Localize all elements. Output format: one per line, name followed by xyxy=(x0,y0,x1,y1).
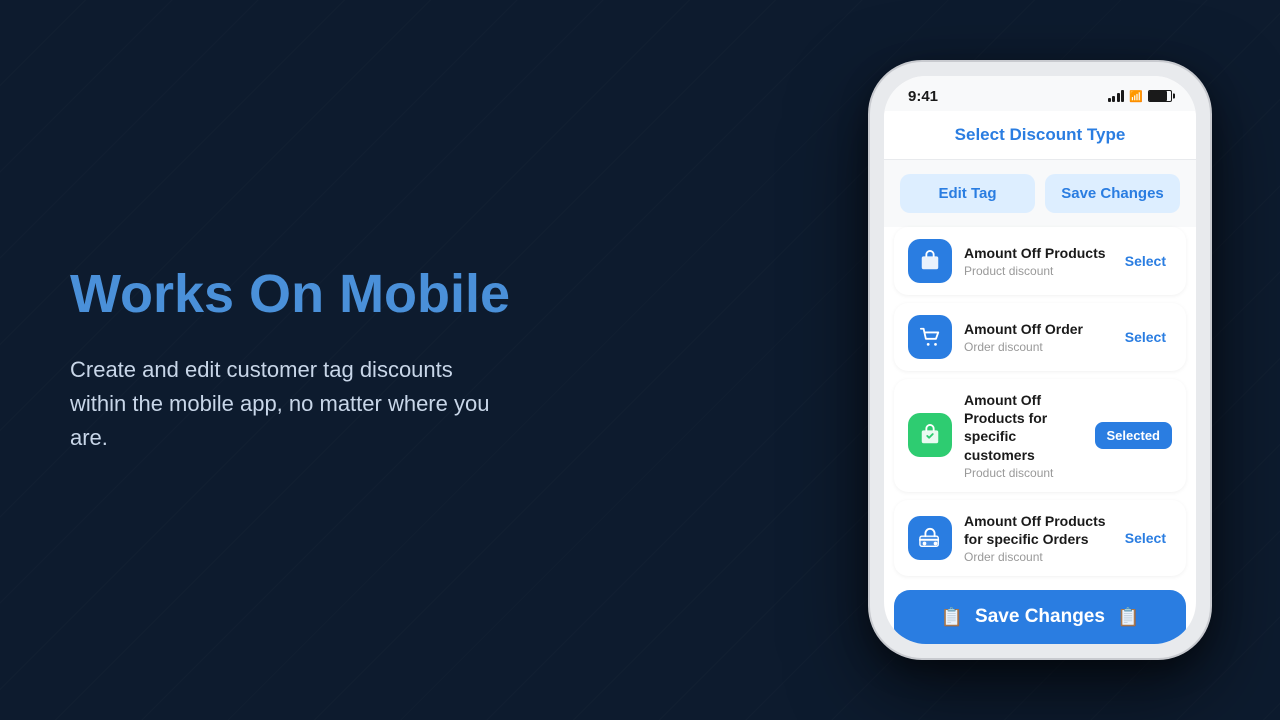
heading-accent: Mobile xyxy=(339,264,510,324)
discount-info-products: Amount Off Products Product discount xyxy=(964,244,1107,278)
select-button-order[interactable]: Select xyxy=(1119,325,1172,349)
discount-name-specific-orders: Amount Off Products for specific Orders xyxy=(964,512,1107,548)
list-item: Amount Off Products for specific custome… xyxy=(894,379,1186,492)
discount-info-specific-orders: Amount Off Products for specific Orders … xyxy=(964,512,1107,564)
phone-wrapper: 9:41 📶 Select Discount Type Edit Tag xyxy=(870,62,1210,658)
discount-name-order: Amount Off Order xyxy=(964,320,1107,338)
status-icons: 📶 xyxy=(1108,90,1172,103)
list-item: Amount Off Products Product discount Sel… xyxy=(894,227,1186,295)
edit-tag-button[interactable]: Edit Tag xyxy=(900,174,1035,213)
save-icon-right: 📋 xyxy=(1117,607,1139,628)
save-changes-bottom-button[interactable]: 📋 Save Changes 📋 xyxy=(894,590,1186,644)
phone-screen: 9:41 📶 Select Discount Type Edit Tag xyxy=(884,76,1196,644)
discount-sub-specific-orders: Order discount xyxy=(964,550,1107,564)
discount-name-specific-customers: Amount Off Products for specific custome… xyxy=(964,391,1083,464)
app-header: Select Discount Type xyxy=(884,111,1196,160)
discount-info-specific-customers: Amount Off Products for specific custome… xyxy=(964,391,1083,480)
select-button-specific-orders[interactable]: Select xyxy=(1119,526,1172,550)
discount-sub-products: Product discount xyxy=(964,264,1107,278)
wifi-icon: 📶 xyxy=(1129,90,1143,103)
list-item: Amount Off Order Order discount Select xyxy=(894,303,1186,371)
status-time: 9:41 xyxy=(908,88,938,105)
save-icon-left: 📋 xyxy=(941,607,963,628)
selected-button-specific-customers[interactable]: Selected xyxy=(1095,422,1172,449)
discount-icon-specific-orders xyxy=(908,516,952,560)
status-bar: 9:41 📶 xyxy=(884,76,1196,111)
save-changes-top-button[interactable]: Save Changes xyxy=(1045,174,1180,213)
left-section: Works On Mobile Create and edit customer… xyxy=(0,205,870,515)
list-item: Amount Off Products for specific Orders … xyxy=(894,500,1186,576)
discount-info-order: Amount Off Order Order discount xyxy=(964,320,1107,354)
main-description: Create and edit customer tag discounts w… xyxy=(70,353,490,455)
discount-icon-specific-customers xyxy=(908,413,952,457)
phone-shell: 9:41 📶 Select Discount Type Edit Tag xyxy=(870,62,1210,658)
main-heading: Works On Mobile xyxy=(70,265,810,324)
heading-plain: Works On xyxy=(70,264,339,324)
screen-title: Select Discount Type xyxy=(904,125,1176,145)
discount-icon-order xyxy=(908,315,952,359)
battery-icon xyxy=(1148,90,1172,102)
discount-sub-order: Order discount xyxy=(964,340,1107,354)
discount-list: Amount Off Products Product discount Sel… xyxy=(884,227,1196,576)
save-changes-bottom-label: Save Changes xyxy=(975,606,1105,628)
discount-icon-products xyxy=(908,239,952,283)
action-buttons-row: Edit Tag Save Changes xyxy=(884,160,1196,227)
select-button-products[interactable]: Select xyxy=(1119,249,1172,273)
discount-name-products: Amount Off Products xyxy=(964,244,1107,262)
signal-icon xyxy=(1108,90,1125,102)
discount-sub-specific-customers: Product discount xyxy=(964,466,1083,480)
